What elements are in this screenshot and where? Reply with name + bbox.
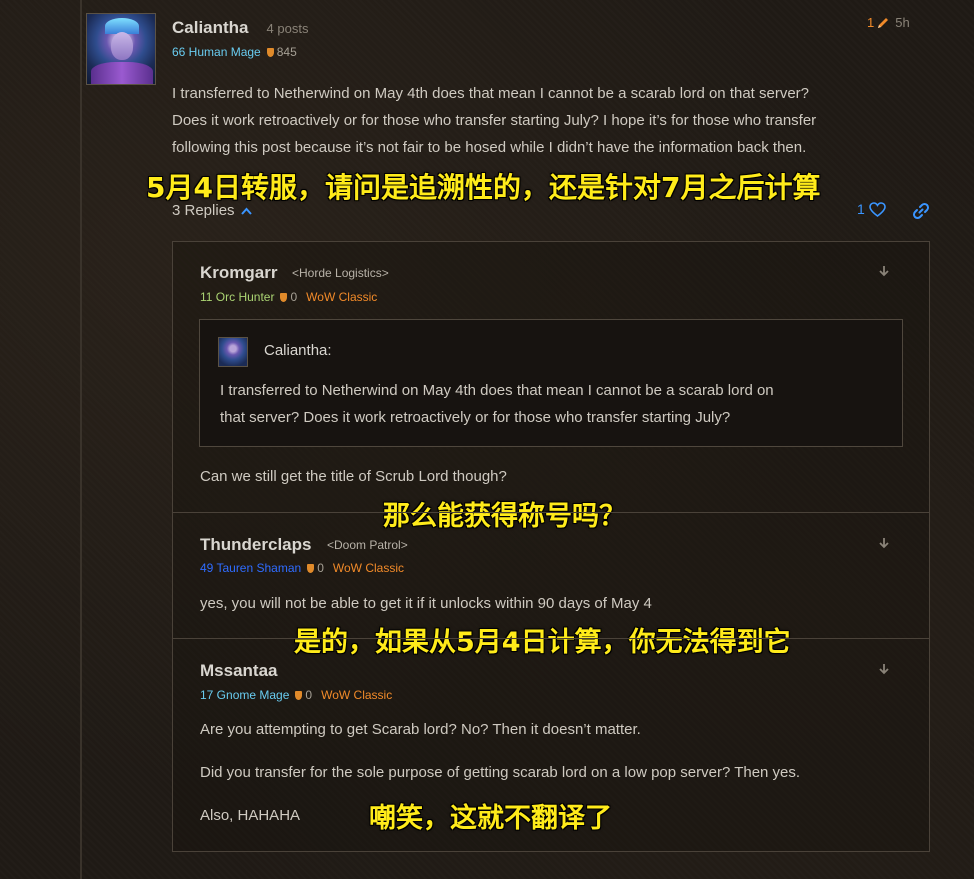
shield-icon	[307, 563, 315, 573]
username[interactable]: Caliantha	[172, 18, 249, 38]
reply-text: Did you transfer for the sole purpose of…	[200, 764, 801, 781]
like-count: 1	[857, 201, 865, 217]
chevron-down-icon[interactable]	[878, 265, 890, 277]
character-class: 11 Orc Hunter	[200, 290, 275, 304]
post-body-line: following this post because it’s not fai…	[172, 139, 807, 156]
game-tag: WoW Classic	[306, 290, 378, 304]
character-class: 49 Tauren Shaman	[200, 561, 302, 575]
quote-line: that server? Does it work retroactively …	[220, 409, 731, 426]
game-tag: WoW Classic	[332, 561, 404, 575]
author-meta: 66 Human Mage 845	[172, 45, 297, 59]
reply-meta: 17 Gnome Mage 0 WoW Classic	[200, 688, 392, 702]
post-body-line: I transferred to Netherwind on May 4th d…	[172, 85, 810, 102]
reply-username[interactable]: Mssantaa	[200, 661, 277, 681]
achievement-points: 0	[295, 688, 312, 702]
shield-icon	[295, 690, 303, 700]
link-icon[interactable]	[912, 202, 930, 220]
post-header: Caliantha 4 posts	[172, 18, 308, 38]
character-class: 17 Gnome Mage	[200, 688, 290, 702]
character-class: 66 Human Mage	[172, 45, 261, 59]
replies-count: 3 Replies	[172, 202, 235, 219]
post-body-line: Does it work retroactively or for those …	[172, 112, 817, 129]
edit-history[interactable]: 1 5h	[867, 15, 910, 30]
quote-line: I transferred to Netherwind on May 4th d…	[220, 382, 774, 399]
reply-meta: 11 Orc Hunter 0 WoW Classic	[200, 290, 377, 304]
shield-icon	[266, 47, 274, 57]
translation-overlay: 是的，如果从5月4日计算，你无法得到它	[294, 627, 791, 658]
translation-overlay: 嘲笑，这就不翻译了	[369, 803, 612, 834]
achievement-points: 845	[266, 45, 297, 59]
reply-text: yes, you will not be able to get it if i…	[200, 595, 652, 612]
quote-author: Caliantha:	[264, 342, 332, 359]
quote-avatar	[218, 337, 248, 367]
post-body: I transferred to Netherwind on May 4th d…	[172, 80, 932, 161]
reply-guild: <Doom Patrol>	[327, 538, 408, 552]
shield-icon	[280, 292, 288, 302]
reply-username[interactable]: Kromgarr	[200, 263, 277, 283]
replies-toggle[interactable]: 3 Replies	[172, 202, 252, 219]
thread-line	[80, 0, 82, 879]
pencil-icon	[878, 17, 889, 28]
edit-count: 1	[867, 15, 875, 30]
reply-text: Can we still get the title of Scrub Lord…	[200, 468, 507, 485]
reply-divider	[172, 512, 930, 513]
like-button[interactable]: 1	[857, 201, 886, 217]
avatar[interactable]	[86, 13, 156, 85]
chevron-down-icon[interactable]	[878, 537, 890, 549]
post-count: 4 posts	[266, 21, 309, 36]
post-time[interactable]: 5h	[895, 15, 909, 30]
chevron-up-icon	[240, 207, 252, 215]
chevron-down-icon[interactable]	[878, 663, 890, 675]
translation-overlay: 5月4日转服，请问是追溯性的，还是针对7月之后计算	[146, 171, 821, 204]
reply-divider	[172, 638, 930, 639]
reply-username[interactable]: Thunderclaps	[200, 535, 311, 555]
reply-guild: <Horde Logistics>	[292, 266, 389, 280]
heart-icon	[868, 201, 886, 217]
reply-text: Are you attempting to get Scarab lord? N…	[200, 721, 641, 738]
achievement-points: 0	[280, 290, 297, 304]
reply-text: Also, HAHAHA	[200, 807, 301, 824]
translation-overlay: 那么能获得称号吗？	[383, 501, 626, 532]
quote-text: I transferred to Netherwind on May 4th d…	[220, 377, 880, 431]
achievement-points: 0	[307, 561, 324, 575]
game-tag: WoW Classic	[321, 688, 393, 702]
reply-meta: 49 Tauren Shaman 0 WoW Classic	[200, 561, 404, 575]
